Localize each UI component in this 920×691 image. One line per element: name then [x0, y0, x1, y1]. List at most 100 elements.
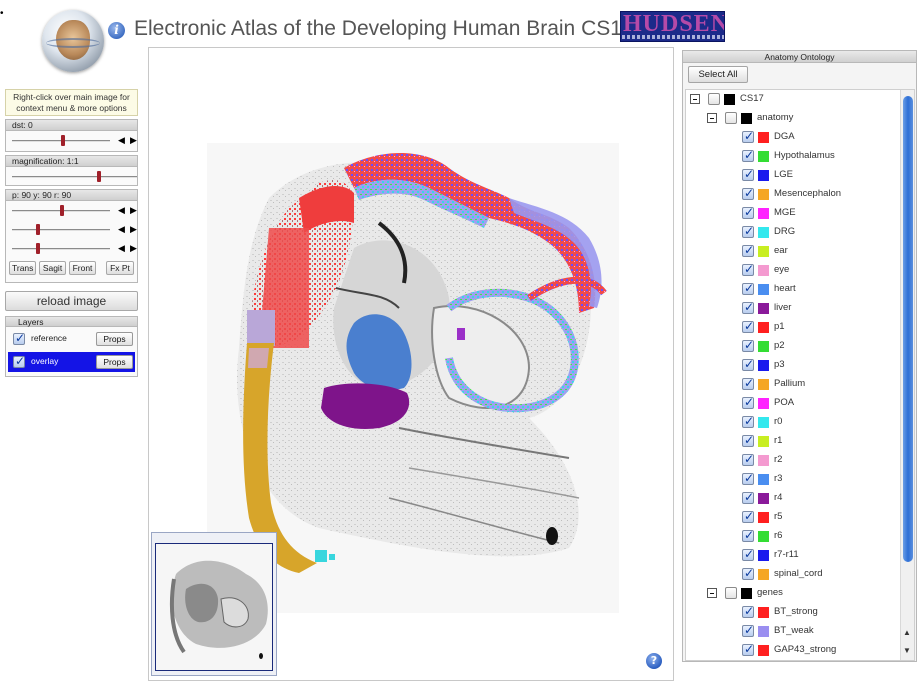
dst-increase-arrow[interactable]: ▶: [130, 134, 137, 146]
ontology-checkbox-p1[interactable]: [742, 319, 754, 333]
ontology-checkbox-dga[interactable]: [742, 129, 754, 143]
sagittal-view-button[interactable]: Sagit: [39, 261, 66, 275]
ontology-item-r3[interactable]: r3: [686, 470, 899, 489]
roll-decrease-arrow[interactable]: ◀: [118, 242, 125, 254]
ontology-item-eye[interactable]: eye: [686, 261, 899, 280]
ontology-checkbox-mesencephalon[interactable]: [742, 186, 754, 200]
ontology-item-hypothalamus[interactable]: Hypothalamus: [686, 147, 899, 166]
navigation-thumbnail[interactable]: [151, 532, 277, 676]
ontology-item-pallium[interactable]: Pallium: [686, 375, 899, 394]
ontology-checkbox-r3[interactable]: [742, 471, 754, 485]
ontology-item-heart[interactable]: heart: [686, 280, 899, 299]
yaw-slider-thumb[interactable]: [36, 224, 40, 235]
magnification-slider-track[interactable]: [12, 176, 137, 178]
ontology-scrollbar-thumb[interactable]: [903, 96, 913, 562]
ontology-checkbox-mge[interactable]: [742, 205, 754, 219]
hudsen-logo[interactable]: HUDSEN: [620, 11, 725, 42]
ontology-item-dga[interactable]: DGA: [686, 128, 899, 147]
collapse-toggle-icon[interactable]: [707, 588, 717, 598]
help-icon[interactable]: ?: [646, 653, 662, 669]
ontology-checkbox-r7-r11[interactable]: [742, 547, 754, 561]
roll-slider-track[interactable]: [12, 248, 110, 250]
ontology-item-r4[interactable]: r4: [686, 489, 899, 508]
ontology-checkbox-ear[interactable]: [742, 243, 754, 257]
ontology-item-p1[interactable]: p1: [686, 318, 899, 337]
ontology-checkbox-r5[interactable]: [742, 509, 754, 523]
ontology-item-spinal-cord[interactable]: spinal_cord: [686, 565, 899, 584]
ontology-item-anatomy[interactable]: anatomy: [686, 109, 899, 128]
ontology-checkbox-lge[interactable]: [742, 167, 754, 181]
ontology-checkbox-bt-strong[interactable]: [742, 604, 754, 618]
ontology-item-r1[interactable]: r1: [686, 432, 899, 451]
ontology-item-r0[interactable]: r0: [686, 413, 899, 432]
yaw-slider-track[interactable]: [12, 229, 110, 231]
yaw-increase-arrow[interactable]: ▶: [130, 223, 137, 235]
ontology-checkbox-r4[interactable]: [742, 490, 754, 504]
ontology-checkbox-pallium[interactable]: [742, 376, 754, 390]
ontology-item-gap43-strong[interactable]: GAP43_strong: [686, 641, 899, 660]
collapse-toggle-icon[interactable]: [690, 94, 700, 104]
ontology-tree[interactable]: CS17 anatomy DGA Hypothalamus LGE Mesencephal…: [685, 89, 915, 661]
roll-slider-thumb[interactable]: [36, 243, 40, 254]
ontology-item-genes[interactable]: genes: [686, 584, 899, 603]
thumbnail-image[interactable]: [155, 543, 273, 671]
ontology-item-r2[interactable]: r2: [686, 451, 899, 470]
ontology-item-p2[interactable]: p2: [686, 337, 899, 356]
ontology-checkbox-r2[interactable]: [742, 452, 754, 466]
fix-point-button[interactable]: Fx Pt: [106, 261, 134, 275]
ontology-checkbox-r1[interactable]: [742, 433, 754, 447]
scroll-down-arrow[interactable]: ▼: [903, 646, 911, 655]
ontology-item-bt-strong[interactable]: BT_strong: [686, 603, 899, 622]
collapse-toggle-icon[interactable]: [707, 113, 717, 123]
select-all-button[interactable]: Select All: [688, 66, 748, 83]
ontology-item-lge[interactable]: LGE: [686, 166, 899, 185]
ontology-item-ear[interactable]: ear: [686, 242, 899, 261]
layer-overlay-props-button[interactable]: Props: [96, 355, 133, 369]
reload-image-button[interactable]: reload image: [5, 291, 138, 311]
ontology-checkbox-r6[interactable]: [742, 528, 754, 542]
ontology-item-mge[interactable]: MGE: [686, 204, 899, 223]
layer-reference-props-button[interactable]: Props: [96, 332, 133, 346]
ontology-item-poa[interactable]: POA: [686, 394, 899, 413]
layer-overlay[interactable]: overlay Props: [8, 352, 135, 372]
pitch-decrease-arrow[interactable]: ◀: [118, 204, 125, 216]
ontology-checkbox-p3[interactable]: [742, 357, 754, 371]
magnification-slider-thumb[interactable]: [97, 171, 101, 182]
layer-overlay-checkbox[interactable]: [13, 354, 25, 368]
ontology-item-mesencephalon[interactable]: Mesencephalon: [686, 185, 899, 204]
dst-decrease-arrow[interactable]: ◀: [118, 134, 125, 146]
ontology-item-liver[interactable]: liver: [686, 299, 899, 318]
ontology-item-r7-r11[interactable]: r7-r11: [686, 546, 899, 565]
ontology-item-bt-weak[interactable]: BT_weak: [686, 622, 899, 641]
ontology-checkbox-r0[interactable]: [742, 414, 754, 428]
ontology-item-cs17[interactable]: CS17: [686, 90, 899, 109]
ontology-checkbox-cs17[interactable]: [708, 93, 720, 105]
ontology-checkbox-anatomy[interactable]: [725, 112, 737, 124]
ontology-checkbox-genes[interactable]: [725, 587, 737, 599]
dst-slider-thumb[interactable]: [61, 135, 65, 146]
info-icon[interactable]: i: [108, 22, 125, 39]
ontology-item-p3[interactable]: p3: [686, 356, 899, 375]
ontology-checkbox-gap43-strong[interactable]: [742, 642, 754, 656]
ontology-checkbox-eye[interactable]: [742, 262, 754, 276]
ontology-item-r5[interactable]: r5: [686, 508, 899, 527]
roll-increase-arrow[interactable]: ▶: [130, 242, 137, 254]
ontology-checkbox-p2[interactable]: [742, 338, 754, 352]
ontology-scrollbar[interactable]: ▲ ▼: [900, 90, 914, 660]
scroll-up-arrow[interactable]: ▲: [903, 628, 911, 637]
frontal-view-button[interactable]: Front: [69, 261, 96, 275]
ontology-item-r6[interactable]: r6: [686, 527, 899, 546]
layer-reference[interactable]: reference Props: [8, 329, 135, 349]
yaw-decrease-arrow[interactable]: ◀: [118, 223, 125, 235]
ontology-checkbox-drg[interactable]: [742, 224, 754, 238]
ontology-checkbox-hypothalamus[interactable]: [742, 148, 754, 162]
ontology-checkbox-bt-weak[interactable]: [742, 623, 754, 637]
ontology-checkbox-spinal-cord[interactable]: [742, 566, 754, 580]
pitch-slider-thumb[interactable]: [60, 205, 64, 216]
layer-reference-checkbox[interactable]: [13, 331, 25, 345]
transverse-view-button[interactable]: Trans: [9, 261, 36, 275]
ontology-checkbox-heart[interactable]: [742, 281, 754, 295]
pitch-increase-arrow[interactable]: ▶: [130, 204, 137, 216]
ontology-checkbox-liver[interactable]: [742, 300, 754, 314]
ontology-checkbox-poa[interactable]: [742, 395, 754, 409]
